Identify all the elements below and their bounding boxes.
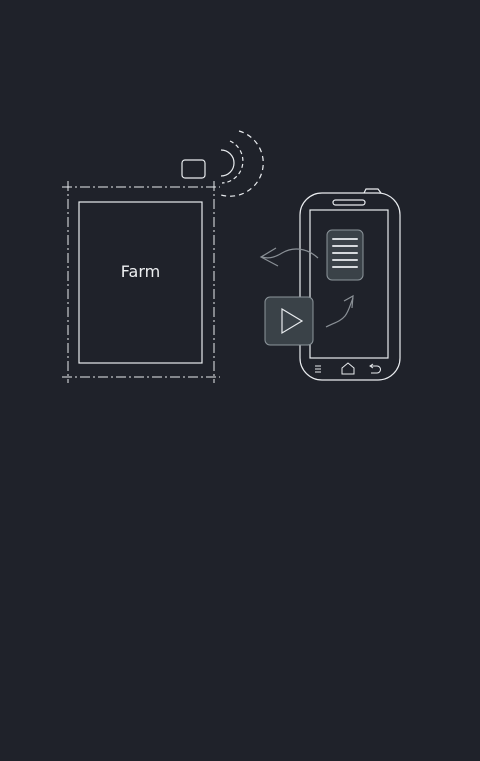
curved-arrow-up-icon — [325, 294, 354, 328]
back-icon — [369, 363, 381, 374]
wireless-signal-icon — [220, 130, 264, 197]
menu-icon — [315, 365, 321, 373]
farm-label: Farm — [120, 262, 161, 281]
home-icon — [341, 362, 355, 375]
onboarding-illustration — [62, 130, 401, 383]
farm-boundary — [62, 181, 220, 383]
sensor-device-icon — [181, 159, 206, 179]
play-button-icon — [264, 296, 314, 346]
document-card-icon — [326, 229, 364, 281]
farm-area — [78, 201, 203, 364]
smartphone-icon — [299, 188, 401, 381]
